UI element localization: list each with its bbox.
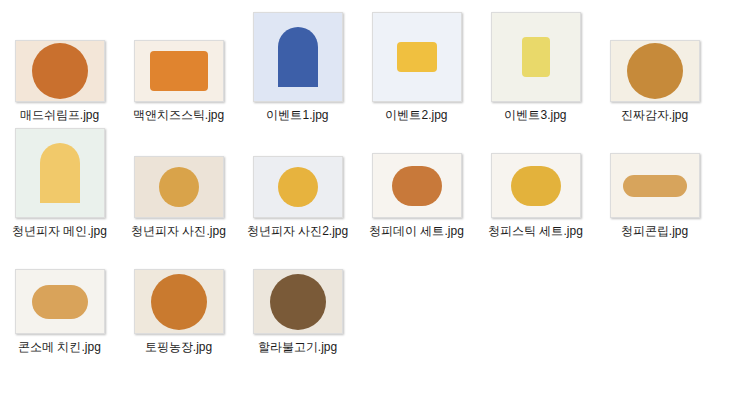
file-item[interactable]: 청년피자 사진2.jpg [238,128,357,239]
file-name: 토핑농장.jpg [127,339,231,355]
thumbnail-area [253,244,343,334]
thumbnail-area [15,12,105,102]
file-item[interactable]: 토핑농장.jpg [119,244,238,355]
file-explorer-view: 매드쉬림프.jpg 맥앤치즈스틱.jpg 이벤트1.jpg 이벤트2.jpg 이벤트3.… [0,0,731,407]
thumbnail-area [253,12,343,102]
file-name: 매드쉬림프.jpg [8,107,112,123]
thumbnail-area [134,12,224,102]
thumbnail-image [491,153,581,218]
thumbnail-image [134,156,224,218]
file-name: 진짜감자.jpg [603,107,707,123]
file-item[interactable]: 이벤트1.jpg [238,12,357,123]
file-item[interactable]: 할라불고기.jpg [238,244,357,355]
file-name: 청년피자 사진2.jpg [246,223,350,239]
file-name: 할라불고기.jpg [246,339,350,355]
file-item[interactable]: 청년피자 메인.jpg [0,128,119,239]
thumbnail-image [134,269,224,334]
file-item[interactable]: 진짜감자.jpg [595,12,714,123]
file-item[interactable]: 청년피자 사진.jpg [119,128,238,239]
thumbnail-image [15,128,105,218]
file-item[interactable]: 맥앤치즈스틱.jpg [119,12,238,123]
thumbnail-image [610,40,700,102]
thumbnail-image [253,156,343,218]
thumbnail-area [491,128,581,218]
file-item[interactable]: 청피콘립.jpg [595,128,714,239]
file-item[interactable]: 이벤트3.jpg [476,12,595,123]
file-item[interactable]: 이벤트2.jpg [357,12,476,123]
thumbnail-image [253,12,343,102]
thumbnail-area [372,128,462,218]
thumbnail-area [610,128,700,218]
thumbnail-area [15,244,105,334]
file-name: 청년피자 사진.jpg [127,223,231,239]
file-item[interactable]: 청피데이 세트.jpg [357,128,476,239]
thumbnail-image [372,153,462,218]
thumbnail-image [610,153,700,218]
file-item[interactable]: 청피스틱 세트.jpg [476,128,595,239]
file-name: 이벤트3.jpg [484,107,588,123]
thumbnail-area [15,128,105,218]
file-name: 청피스틱 세트.jpg [484,223,588,239]
thumbnail-area [610,12,700,102]
thumbnail-area [253,128,343,218]
thumbnail-area [134,128,224,218]
thumbnail-area [491,12,581,102]
thumbnail-area [372,12,462,102]
thumbnail-image [134,40,224,102]
file-name: 청피데이 세트.jpg [365,223,469,239]
file-name: 콘소메 치킨.jpg [8,339,112,355]
file-name: 청년피자 메인.jpg [8,223,112,239]
thumbnail-image [372,12,462,102]
file-item[interactable]: 매드쉬림프.jpg [0,12,119,123]
thumbnail-image [491,12,581,102]
file-item[interactable]: 콘소메 치킨.jpg [0,244,119,355]
thumbnail-image [253,269,343,334]
file-name: 청피콘립.jpg [603,223,707,239]
file-grid: 매드쉬림프.jpg 맥앤치즈스틱.jpg 이벤트1.jpg 이벤트2.jpg 이벤트3.… [0,12,731,355]
file-name: 이벤트1.jpg [246,107,350,123]
thumbnail-area [134,244,224,334]
file-name: 이벤트2.jpg [365,107,469,123]
thumbnail-image [15,269,105,334]
file-name: 맥앤치즈스틱.jpg [127,107,231,123]
thumbnail-image [15,40,105,102]
